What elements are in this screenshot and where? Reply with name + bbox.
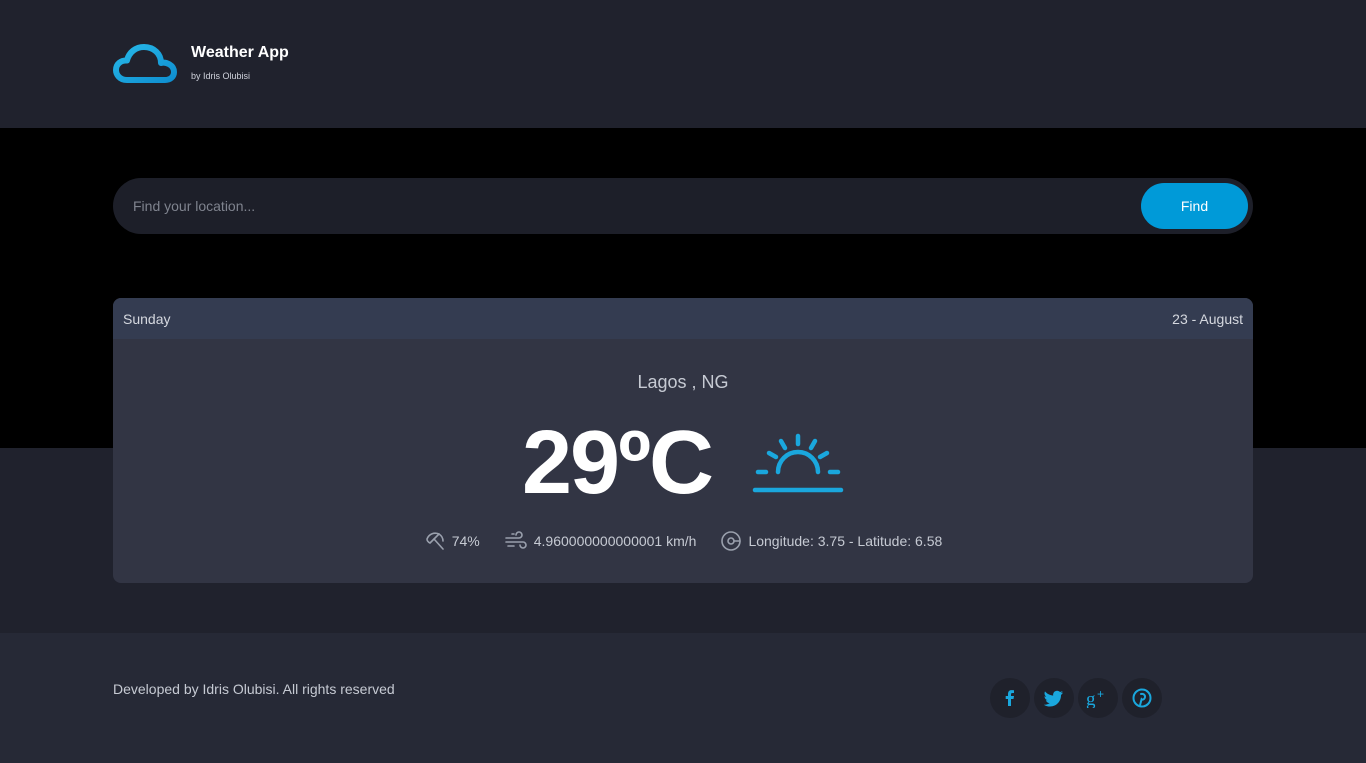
find-button[interactable]: Find [1141, 183, 1248, 229]
humidity-detail: 74% [424, 530, 480, 552]
site-footer: Developed by Idris Olubisi. All rights r… [0, 633, 1366, 763]
google-plus-link[interactable]: g + [1078, 678, 1118, 718]
copyright-text: Developed by Idris Olubisi. All rights r… [113, 681, 395, 697]
temperature-row: 29ºC [113, 408, 1253, 518]
google-plus-icon: g + [1086, 688, 1104, 708]
site-header: Weather App by Idris Olubisi [0, 0, 1366, 128]
pinterest-icon [1132, 688, 1152, 708]
cloud-icon[interactable] [113, 44, 177, 84]
location-search-input[interactable] [113, 178, 1133, 234]
coordinates-detail: Longitude: 3.75 - Latitude: 6.58 [720, 530, 942, 552]
coordinates-value: Longitude: 3.75 - Latitude: 6.58 [748, 533, 943, 549]
location-search-form: Find [113, 178, 1253, 234]
weather-details: 74% 4.960000000000001 km/h Longitude: 3.… [113, 530, 1253, 552]
facebook-icon [1005, 690, 1014, 706]
forecast-day: Sunday [123, 311, 171, 327]
compass-icon [721, 531, 742, 551]
umbrella-icon [425, 532, 444, 550]
app-title[interactable]: Weather App [191, 44, 289, 62]
temperature-value: 29ºC [522, 413, 714, 513]
svg-text:g: g [1086, 689, 1096, 708]
app-subtitle: by Idris Olubisi [191, 71, 251, 81]
forecast-card-header: Sunday 23 - August [113, 298, 1253, 339]
twitter-icon [1044, 690, 1063, 707]
forecast-card: Sunday 23 - August Lagos , NG 29ºC 74% 4… [113, 298, 1253, 583]
wind-value: 4.960000000000001 km/h [533, 533, 697, 549]
svg-text:+: + [1097, 688, 1104, 701]
twitter-link[interactable] [1034, 678, 1074, 718]
wind-icon [504, 531, 527, 549]
forecast-date: 23 - August [1172, 311, 1243, 327]
sunrise-icon [752, 433, 844, 493]
pinterest-link[interactable] [1122, 678, 1162, 718]
location-name: Lagos , NG [637, 372, 729, 392]
humidity-value: 74% [451, 533, 480, 549]
facebook-link[interactable] [990, 678, 1030, 718]
wind-detail: 4.960000000000001 km/h [504, 530, 697, 552]
